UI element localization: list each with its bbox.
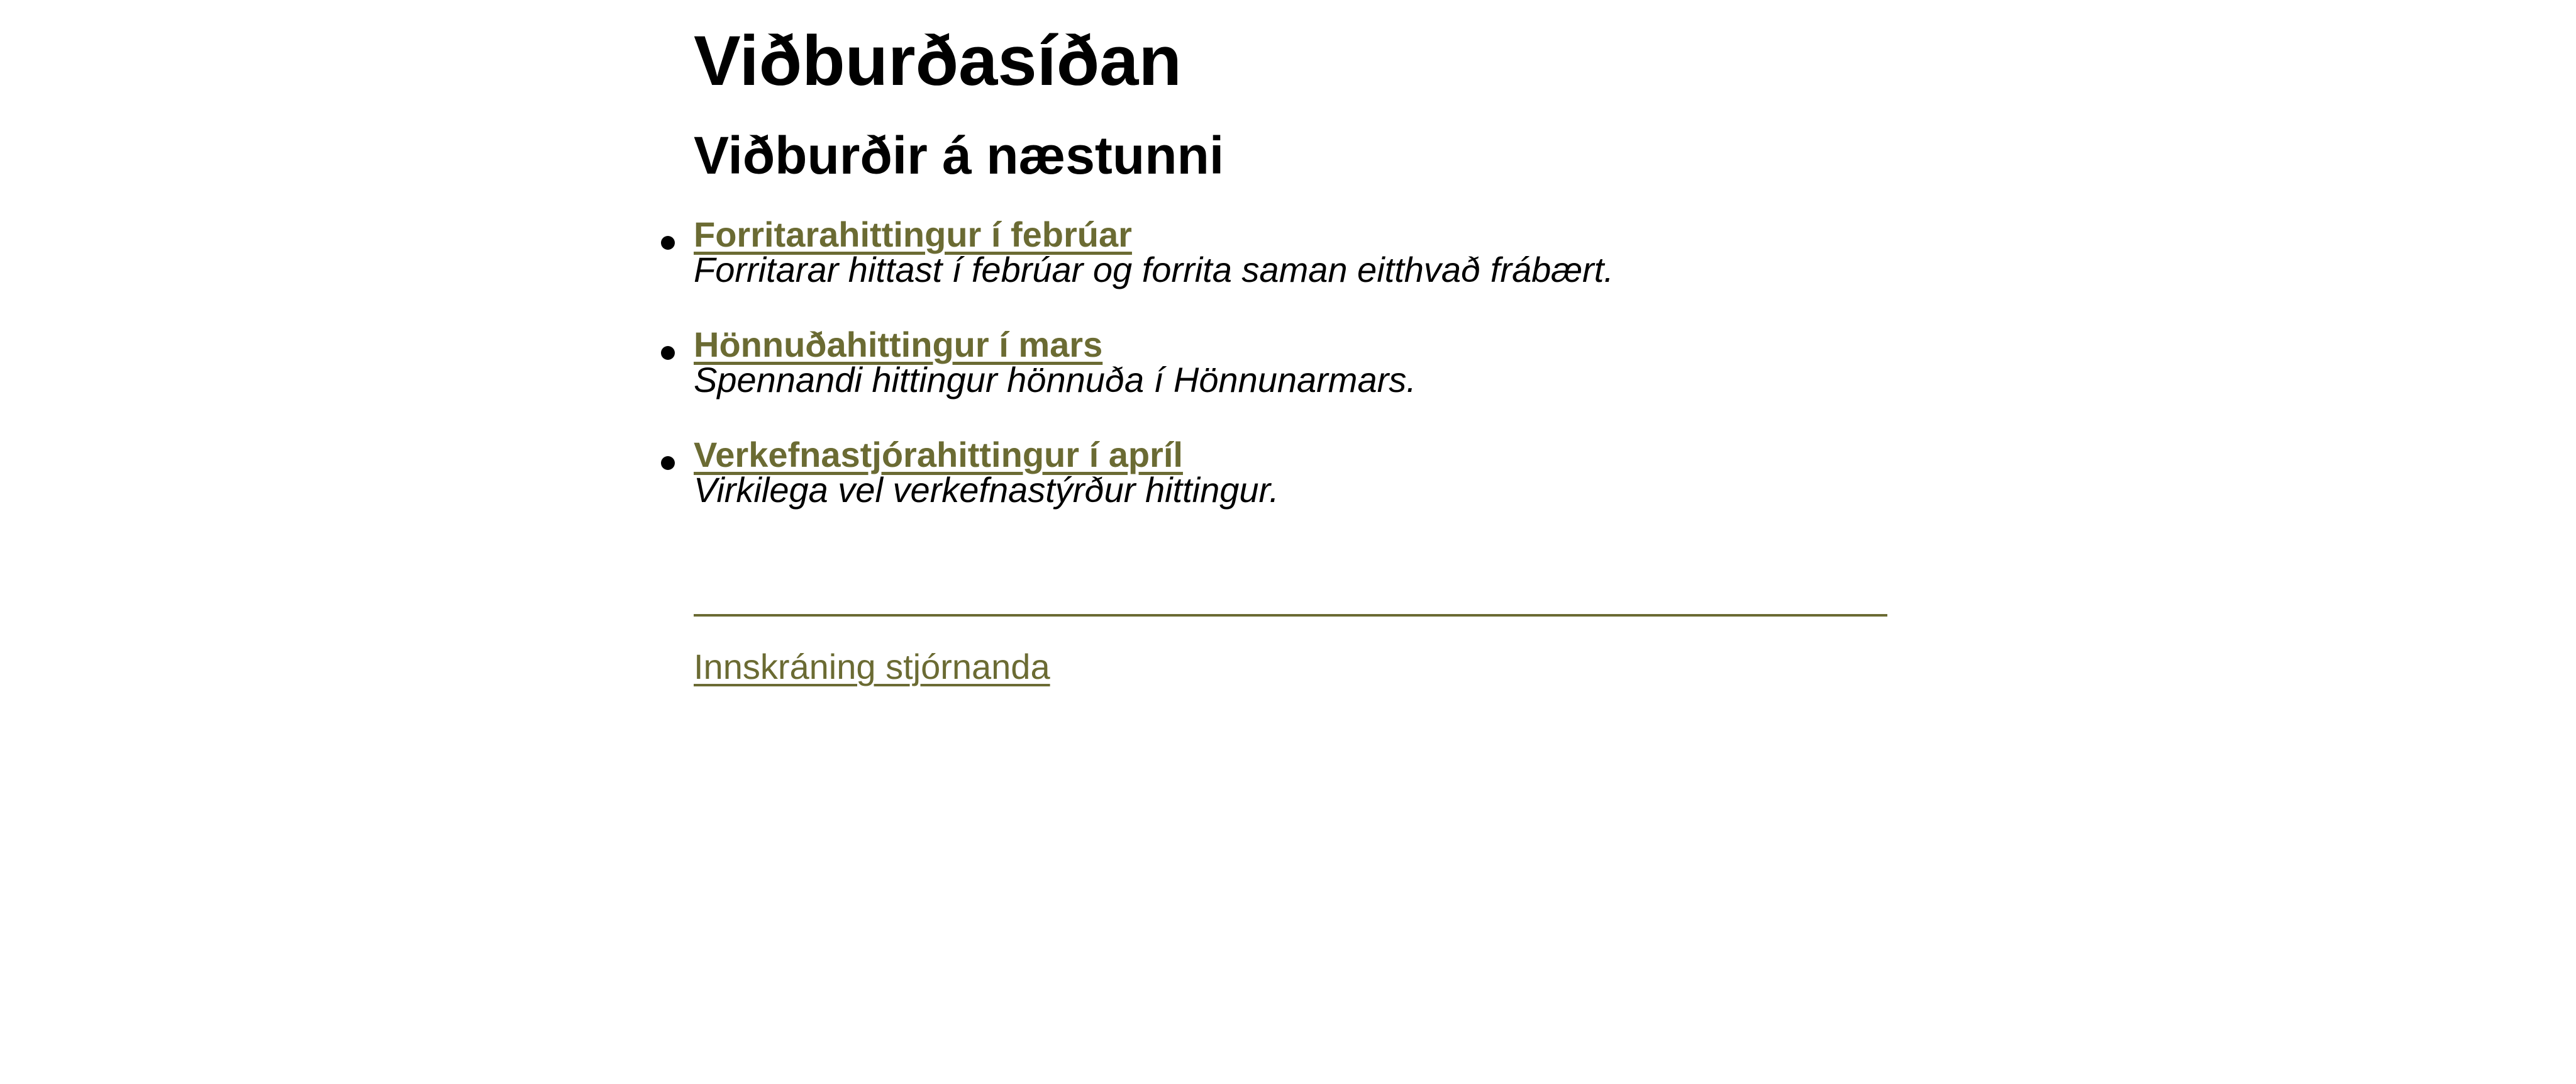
list-item: Forritarahittingur í febrúar Forritarar … (661, 217, 1889, 327)
bullet-icon (661, 456, 675, 470)
event-description: Forritarar hittast í febrúar og forrita … (694, 250, 1614, 289)
bullet-icon (661, 236, 675, 250)
event-link-february[interactable]: Forritarahittingur í febrúar (694, 217, 1889, 252)
page-subtitle: Viðburðir á næstunni (694, 126, 1224, 185)
admin-login-link[interactable]: Innskráning stjórnanda (694, 647, 1050, 687)
bullet-icon (661, 346, 675, 360)
list-item: Hönnuðahittingur í mars Spennandi hittin… (661, 327, 1889, 437)
event-description: Spennandi hittingur hönnuða í Hönnunarma… (694, 360, 1416, 400)
event-list: Forritarahittingur í febrúar Forritarar … (661, 217, 1889, 547)
footer-divider (694, 614, 1887, 617)
event-link-march[interactable]: Hönnuðahittingur í mars (694, 327, 1889, 362)
event-link-april[interactable]: Verkefnastjórahittingur í apríl (694, 437, 1889, 472)
list-item: Verkefnastjórahittingur í apríl Virkileg… (661, 437, 1889, 547)
event-description: Virkilega vel verkefnastýrður hittingur. (694, 470, 1279, 510)
page-title: Viðburðasíðan (694, 21, 1182, 100)
